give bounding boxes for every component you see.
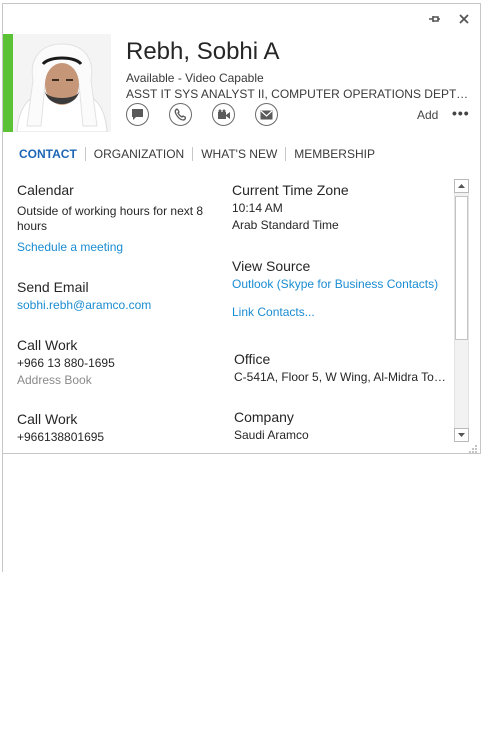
time-zone-name: Arab Standard Time <box>232 218 339 232</box>
call-button[interactable] <box>169 103 192 126</box>
send-email-field: Send Email sobhi.rebh@aramco.com <box>17 279 151 313</box>
company-value: Saudi Aramco <box>234 428 309 442</box>
job-title: ASST IT SYS ANALYST II, COMPUTER OPERATI… <box>126 87 470 101</box>
tab-contact[interactable]: CONTACT <box>17 147 85 161</box>
time-zone-label: Current Time Zone <box>232 182 349 198</box>
close-icon[interactable] <box>456 12 472 28</box>
email-address-link[interactable]: sobhi.rebh@aramco.com <box>17 298 151 313</box>
add-contact-button[interactable]: Add <box>417 108 438 122</box>
tab-organization[interactable]: ORGANIZATION <box>84 147 192 161</box>
phone-icon <box>174 108 187 121</box>
tab-membership[interactable]: MEMBERSHIP <box>285 147 383 161</box>
chat-icon <box>132 109 143 120</box>
presence-status: Available - Video Capable <box>126 71 264 85</box>
contact-name: Rebh, Sobhi A <box>126 38 280 65</box>
office-label: Office <box>234 351 271 367</box>
send-email-label: Send Email <box>17 279 89 295</box>
instant-message-button[interactable] <box>126 103 149 126</box>
call-work-label: Call Work <box>17 337 78 353</box>
contact-photo <box>13 34 111 132</box>
local-time: 10:14 AM <box>232 201 283 215</box>
contact-card: Rebh, Sobhi A Available - Video Capable … <box>2 3 481 454</box>
chevron-up-icon <box>458 184 465 188</box>
company-field: Company Saudi Aramco <box>234 409 309 443</box>
scrollbar-thumb[interactable] <box>455 196 468 340</box>
tab-whats-new[interactable]: WHAT'S NEW <box>192 147 285 161</box>
tab-bar: CONTACT ORGANIZATION WHAT'S NEW MEMBERSH… <box>17 147 383 161</box>
time-zone-field: Current Time Zone 10:14 AM Arab Standard… <box>232 182 349 233</box>
phone-number-2[interactable]: +966138801695 <box>17 430 104 443</box>
view-source-field: View Source Outlook (Skype for Business … <box>232 258 438 320</box>
contact-details: Calendar Outside of working hours for ne… <box>3 179 453 443</box>
video-icon <box>217 109 230 119</box>
link-contacts-link[interactable]: Link Contacts... <box>232 305 438 320</box>
calendar-value: Outside of working hours for next 8 hour… <box>17 204 204 233</box>
email-button[interactable] <box>255 103 278 126</box>
calendar-field: Calendar Outside of working hours for ne… <box>17 182 223 255</box>
call-work-field-2: Call Work +966138801695 <box>17 411 104 443</box>
call-work-field: Call Work +966 13 880-1695 Address Book <box>17 337 115 388</box>
scroll-up-button[interactable] <box>454 179 469 193</box>
office-value: C-541A, Floor 5, W Wing, Al-Midra To… <box>234 370 446 384</box>
call-work-label-2: Call Work <box>17 411 78 427</box>
resize-grip-icon[interactable] <box>468 441 478 453</box>
more-options-button[interactable]: ••• <box>452 105 470 121</box>
calendar-label: Calendar <box>17 182 74 198</box>
scroll-down-button[interactable] <box>454 428 469 442</box>
presence-indicator <box>3 34 13 132</box>
video-call-button[interactable] <box>212 103 235 126</box>
vertical-scrollbar[interactable] <box>454 179 469 442</box>
chevron-down-icon <box>458 433 465 437</box>
view-source-label: View Source <box>232 258 311 274</box>
schedule-meeting-link[interactable]: Schedule a meeting <box>17 240 223 255</box>
phone-number[interactable]: +966 13 880-1695 <box>17 356 115 371</box>
source-link[interactable]: Outlook (Skype for Business Contacts) <box>232 277 438 292</box>
divider <box>2 454 3 572</box>
phone-source: Address Book <box>17 373 92 387</box>
email-icon <box>260 110 273 119</box>
office-field: Office C-541A, Floor 5, W Wing, Al-Midra… <box>234 351 452 385</box>
pin-icon[interactable] <box>426 12 442 28</box>
company-label: Company <box>234 409 294 425</box>
